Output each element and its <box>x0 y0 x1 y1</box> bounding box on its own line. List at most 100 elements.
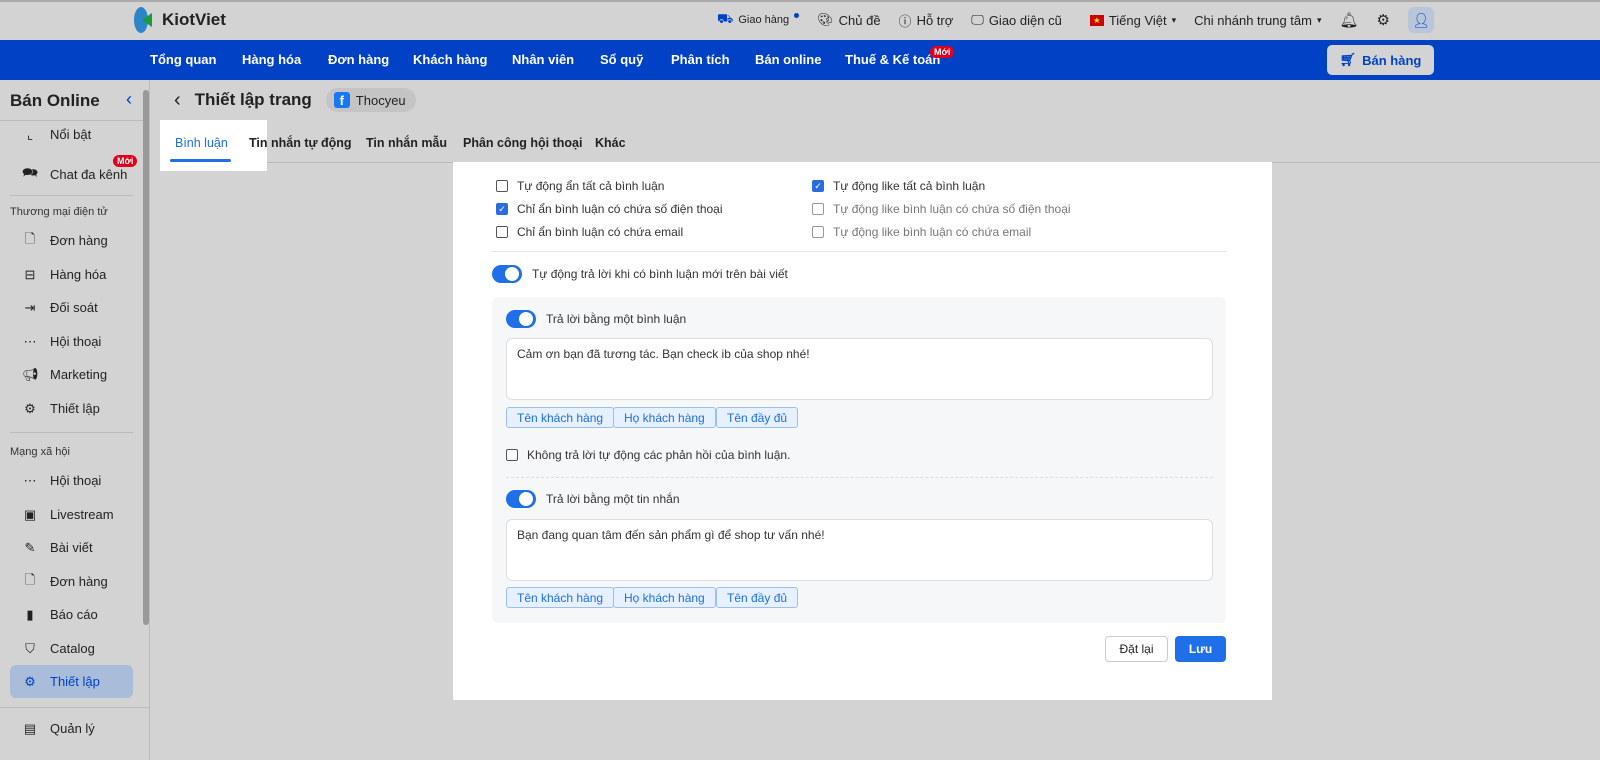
kiotviet-logo-icon <box>134 7 156 33</box>
tab-comments[interactable]: Bình luận <box>175 136 228 150</box>
like-all-checkbox[interactable]: ✓ Tự động like tất cả bình luận <box>812 179 985 193</box>
insert-last-name-chip[interactable]: Họ khách hàng <box>613 407 716 428</box>
sidebar-item-catalog[interactable]: ⛉ Catalog <box>10 632 133 665</box>
video-icon: ▣ <box>23 506 37 522</box>
sidebar-item-reports[interactable]: ▮ Báo cáo <box>10 598 133 631</box>
insert-last-name-chip[interactable]: Họ khách hàng <box>613 587 716 608</box>
checkbox-box <box>496 180 508 192</box>
cart-icon: 🛒︎ <box>1339 52 1357 67</box>
sidebar-item-label: Livestream <box>50 507 114 522</box>
theme-link[interactable]: 🎨︎ Chủ đề <box>817 12 880 28</box>
tab-underline <box>170 159 231 162</box>
message-icon: ⋯ <box>23 333 37 349</box>
support-label: Hỗ trợ <box>916 12 954 28</box>
checkmark-icon: ✓ <box>812 180 824 192</box>
sidebar-scrollbar[interactable] <box>143 90 149 625</box>
nav-staff[interactable]: Nhân viên <box>512 52 574 67</box>
hide-all-checkbox[interactable]: Tự động ẩn tất cả bình luận <box>496 179 664 193</box>
top-actions: ⛟ Giao hàng 🎨︎ Chủ đề ⓘ Hỗ trợ 🖵 Giao diện c… <box>717 0 1434 40</box>
checkbox-box <box>812 203 824 215</box>
collapse-sidebar-icon[interactable]: ‹ <box>126 89 132 110</box>
hide-email-checkbox[interactable]: Chỉ ẩn bình luận có chứa email <box>496 225 683 239</box>
sidebar-item-label: Hàng hóa <box>50 267 107 282</box>
nav-products[interactable]: Hàng hóa <box>242 52 301 67</box>
reply-comment-textarea[interactable]: Cảm ơn bạn đã tương tác. Bạn check ib củ… <box>506 338 1213 400</box>
auto-reply-toggle[interactable]: Tự động trả lời khi có bình luận mới trê… <box>492 265 788 283</box>
sidebar-item-social-conversations[interactable]: ⋯ Hội thoại <box>10 464 133 497</box>
sidebar-item-label: Thiết lập <box>50 674 100 689</box>
sidebar-item-conversations[interactable]: ⋯ Hội thoại <box>10 325 133 358</box>
sell-button[interactable]: 🛒︎ Bán hàng <box>1327 45 1434 75</box>
sidebar-item-social-orders[interactable]: 🗋︎ Đơn hàng <box>10 565 133 598</box>
no-reply-to-replies-checkbox[interactable]: Không trả lời tự động các phản hồi của b… <box>506 448 790 462</box>
gear-icon[interactable]: ⚙ <box>1377 11 1390 29</box>
sidebar-item-label: Nổi bật <box>50 127 92 142</box>
tab-auto-messages[interactable]: Tin nhắn tự động <box>249 136 352 150</box>
sidebar-item-label: Hội thoại <box>50 334 102 349</box>
divider <box>491 251 1226 252</box>
tab-other[interactable]: Khác <box>595 136 626 150</box>
sidebar-item-livestream[interactable]: ▣ Livestream <box>10 498 133 531</box>
reply-message-toggle[interactable]: Trả lời bằng một tin nhắn <box>506 490 680 508</box>
insert-first-name-chip[interactable]: Tên khách hàng <box>506 587 615 608</box>
nav-orders[interactable]: Đơn hàng <box>328 52 389 67</box>
user-avatar[interactable]: 👤︎ <box>1408 7 1434 33</box>
nav-analytics[interactable]: Phân tích <box>671 52 730 67</box>
section-ecommerce: Thương mại điện tử <box>10 206 108 218</box>
toggle-switch[interactable] <box>506 310 536 328</box>
nav-overview[interactable]: Tổng quan <box>150 52 216 67</box>
toggle-switch[interactable] <box>506 490 536 508</box>
sidebar-item-reconcile[interactable]: ⇥ Đối soát <box>10 291 133 324</box>
page-chip[interactable]: f Thocyeu <box>325 88 416 112</box>
back-icon[interactable]: ‹ <box>174 89 181 112</box>
sell-label: Bán hàng <box>1362 52 1422 68</box>
hide-phone-checkbox[interactable]: ✓ Chỉ ẩn bình luận có chứa số điện thoại <box>496 202 723 216</box>
truck-icon: ⛟ <box>716 11 734 26</box>
sidebar-item-settings[interactable]: ⚙ Thiết lập <box>10 665 133 698</box>
nav-tax-accounting[interactable]: Thuế & Kế toán <box>845 52 940 67</box>
nav-customers[interactable]: Khách hàng <box>413 52 487 67</box>
sidebar-item-label: Thiết lập <box>50 401 100 416</box>
bell-icon[interactable]: 🔔︎ <box>1340 11 1359 29</box>
reply-comment-toggle[interactable]: Trả lời bằng một bình luận <box>506 310 686 328</box>
like-phone-checkbox[interactable]: Tự động like bình luận có chứa số điện t… <box>812 202 1071 216</box>
logo[interactable]: KiotViet <box>134 7 226 33</box>
support-link[interactable]: ⓘ Hỗ trợ <box>899 11 954 30</box>
megaphone-icon: 📢︎ <box>22 366 39 382</box>
vietnam-flag-icon: ★ <box>1089 14 1104 26</box>
reset-button[interactable]: Đặt lại <box>1105 636 1168 662</box>
delivery-link[interactable]: ⛟ Giao hàng <box>716 11 800 29</box>
sidebar-item-products[interactable]: ⊟ Hàng hóa <box>10 258 133 291</box>
sidebar-item-marketing[interactable]: 📢︎ Marketing <box>10 358 133 391</box>
sidebar-item-posts[interactable]: ✎ Bài viết <box>10 531 133 564</box>
gear-icon: ⚙ <box>24 400 36 416</box>
sidebar-item-orders[interactable]: 🗋︎ Đơn hàng <box>10 224 133 257</box>
insert-first-name-chip[interactable]: Tên khách hàng <box>506 407 615 428</box>
sidebar-item-label: Hội thoại <box>50 473 102 488</box>
checkbox-label: Chỉ ẩn bình luận có chứa email <box>517 225 684 239</box>
nav-cashbook[interactable]: Sổ quỹ <box>600 52 643 67</box>
sidebar-item-management[interactable]: ▤ Quản lý <box>10 712 133 745</box>
sidebar-item-highlights[interactable]: ⌞ Nổi bật <box>10 118 133 151</box>
branch-select[interactable]: Chi nhánh trung tâm ▾ <box>1194 13 1321 28</box>
sidebar-item-settings-ecom[interactable]: ⚙ Thiết lập <box>10 392 133 425</box>
insert-full-name-chip[interactable]: Tên đầy đủ <box>716 407 799 428</box>
nav-online-sales[interactable]: Bán online <box>755 52 821 67</box>
insert-full-name-chip[interactable]: Tên đầy đủ <box>716 587 799 608</box>
reply-message-textarea[interactable]: Bạn đang quan tâm đến sản phẩm gì để sho… <box>506 519 1213 581</box>
like-email-checkbox[interactable]: Tự động like bình luận có chứa email <box>812 225 1031 239</box>
new-badge: Mới <box>113 155 138 167</box>
new-badge: Mới <box>930 46 955 58</box>
tab-message-templates[interactable]: Tin nhắn mẫu <box>366 136 447 150</box>
old-ui-link[interactable]: 🖵 Giao diện cũ <box>971 12 1062 28</box>
sidebar-item-label: Đơn hàng <box>50 233 108 248</box>
checkbox-label: Tự động like tất cả bình luận <box>833 179 986 193</box>
sidebar-item-label: Đối soát <box>50 300 98 315</box>
notification-dot <box>794 12 800 18</box>
tab-assign-conversations[interactable]: Phân công hội thoại <box>463 136 582 150</box>
save-button[interactable]: Lưu <box>1175 636 1226 662</box>
toggle-switch[interactable] <box>492 265 522 283</box>
language-select[interactable]: ★ Tiếng Việt ▾ <box>1089 13 1176 28</box>
sidebar-item-label: Chat đa kênh <box>50 167 128 182</box>
edit-icon: ✎ <box>24 539 36 555</box>
